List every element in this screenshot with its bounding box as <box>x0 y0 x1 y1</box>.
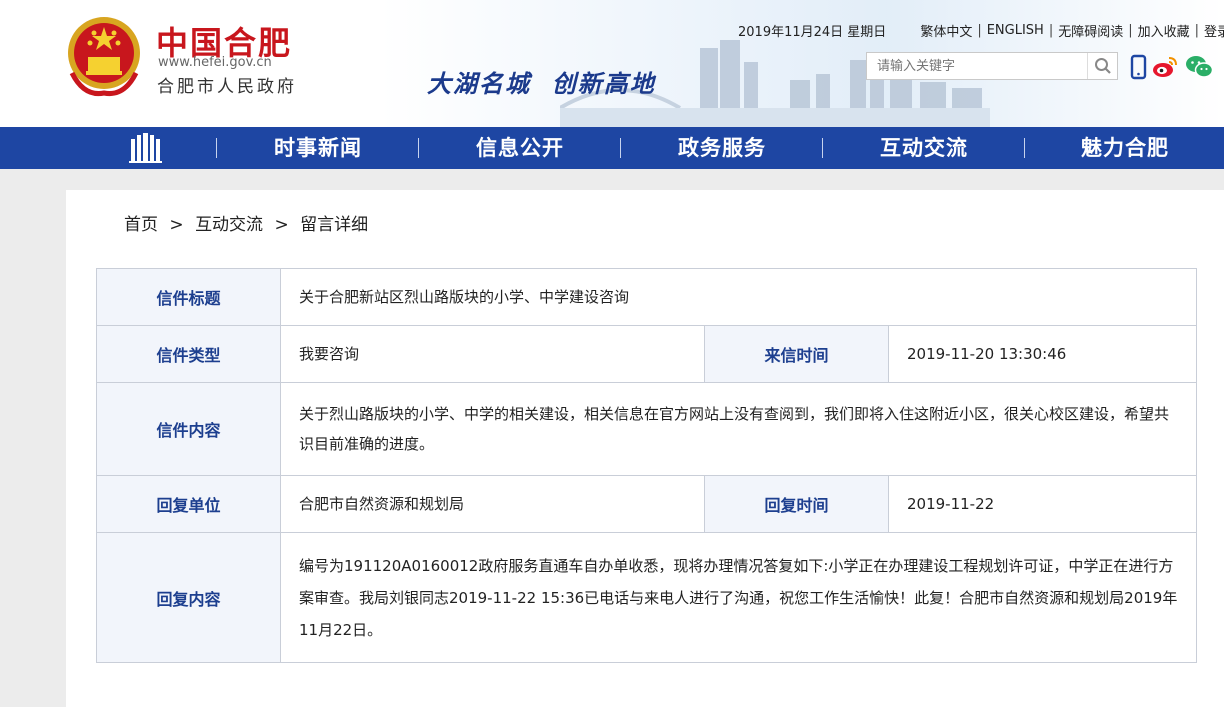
breadcrumb-current: 留言详细 <box>300 215 369 235</box>
breadcrumb-separator: > <box>274 215 289 235</box>
divider: | <box>977 23 982 38</box>
nav-divider <box>216 138 217 158</box>
letter-title-label: 信件标题 <box>96 268 281 326</box>
search-box <box>866 52 1118 80</box>
wechat-icon[interactable] <box>1185 54 1213 80</box>
national-emblem-icon <box>68 17 140 97</box>
breadcrumb-section[interactable]: 互动交流 <box>195 215 263 235</box>
reply-content-value: 编号为191120A0160012政府服务直通车自办单收悉，现将办理情况答复如下… <box>279 532 1198 663</box>
login-link[interactable]: 登录 <box>1204 21 1224 40</box>
letter-type-label: 信件类型 <box>96 325 281 383</box>
main-navigation: 时事新闻 信息公开 政务服务 互动交流 魅力合肥 <box>0 127 1224 169</box>
slogan: 大湖名城 创新高地 <box>427 69 656 98</box>
nav-item-news[interactable]: 时事新闻 <box>218 127 418 169</box>
nav-item-interaction[interactable]: 互动交流 <box>824 127 1024 169</box>
breadcrumb-home[interactable]: 首页 <box>124 215 158 235</box>
site-url: www.hefei.gov.cn <box>158 55 272 70</box>
reply-unit-label: 回复单位 <box>96 475 281 533</box>
nav-divider <box>822 138 823 158</box>
table-row: 信件标题 关于合肥新站区烈山路版块的小学、中学建设咨询 <box>96 268 1198 326</box>
site-subtitle: 合肥市人民政府 <box>157 77 297 97</box>
breadcrumb-separator: > <box>169 215 184 235</box>
search-input[interactable] <box>867 53 1087 79</box>
accessibility-link[interactable]: 无障碍阅读 <box>1058 21 1123 40</box>
nav-item-charm-hefei[interactable]: 魅力合肥 <box>1026 127 1224 169</box>
table-row: 信件内容 关于烈山路版块的小学、中学的相关建设，相关信息在官方网站上没有查阅到，… <box>96 382 1198 476</box>
add-favorite-link[interactable]: 加入收藏 <box>1138 21 1190 40</box>
table-row: 回复单位 合肥市自然资源和规划局 回复时间 2019-11-22 <box>96 475 1198 533</box>
letter-time-value: 2019-11-20 13:30:46 <box>887 325 1198 383</box>
reply-time-label: 回复时间 <box>704 475 889 533</box>
reply-unit-value: 合肥市自然资源和规划局 <box>280 475 705 533</box>
nav-divider <box>620 138 621 158</box>
letter-content-label: 信件内容 <box>96 382 281 476</box>
letter-title-value: 关于合肥新站区烈山路版块的小学、中学建设咨询 <box>279 268 1198 326</box>
site-header: 中国合肥 www.hefei.gov.cn 合肥市人民政府 大湖名城 创新高地 … <box>0 0 1224 127</box>
mobile-icon[interactable] <box>1126 54 1150 80</box>
current-date: 2019年11月24日 星期日 <box>738 25 887 40</box>
divider: | <box>1194 23 1200 38</box>
table-row: 信件类型 我要咨询 来信时间 2019-11-20 13:30:46 <box>96 325 1198 383</box>
nav-item-info-disclosure[interactable]: 信息公开 <box>420 127 620 169</box>
nav-item-gov-services[interactable]: 政务服务 <box>622 127 822 169</box>
nav-divider <box>1024 138 1025 158</box>
nav-divider <box>418 138 419 158</box>
weibo-icon[interactable] <box>1152 54 1178 80</box>
search-icon <box>1094 58 1111 74</box>
top-utility-bar: 2019年11月24日 星期日 繁体中文 | ENGLISH | 无障碍阅读 |… <box>738 21 1224 40</box>
breadcrumb: 首页 > 互动交流 > 留言详细 <box>124 210 368 235</box>
table-row: 回复内容 编号为191120A0160012政府服务直通车自办单收悉，现将办理情… <box>96 532 1198 663</box>
search-button[interactable] <box>1087 53 1117 79</box>
traditional-chinese-link[interactable]: 繁体中文 <box>920 21 972 40</box>
divider: | <box>1128 23 1133 38</box>
reply-time-value: 2019-11-22 <box>887 475 1198 533</box>
letter-content-value: 关于烈山路版块的小学、中学的相关建设，相关信息在官方网站上没有查阅到，我们即将入… <box>279 382 1198 476</box>
english-link[interactable]: ENGLISH <box>987 23 1044 38</box>
letter-detail-table: 信件标题 关于合肥新站区烈山路版块的小学、中学建设咨询 信件类型 我要咨询 来信… <box>96 268 1198 663</box>
reply-content-label: 回复内容 <box>96 532 281 663</box>
divider: | <box>1048 23 1054 38</box>
home-icon[interactable] <box>128 131 164 165</box>
letter-type-value: 我要咨询 <box>280 325 705 383</box>
letter-time-label: 来信时间 <box>704 325 889 383</box>
